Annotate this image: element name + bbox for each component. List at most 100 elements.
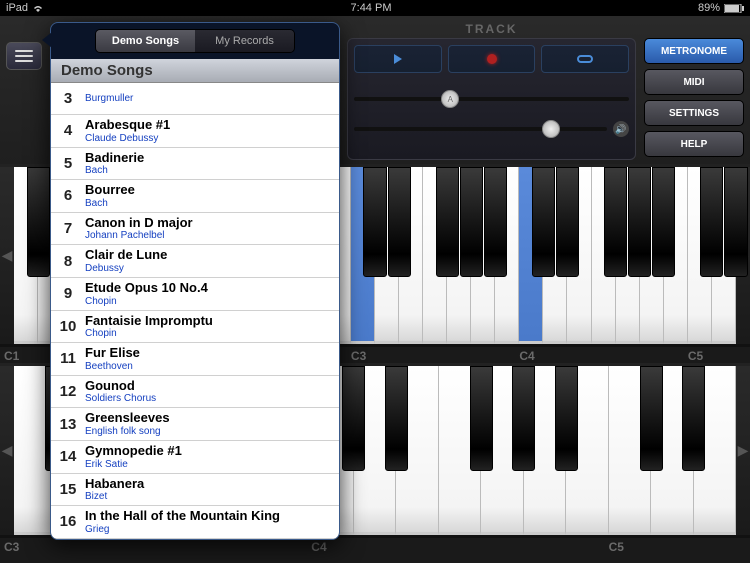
- octave-label: C4: [519, 349, 534, 363]
- list-item-subtitle: Claude Debussy: [85, 133, 339, 145]
- list-item[interactable]: 13GreensleevesEnglish folk song: [51, 408, 339, 441]
- white-key[interactable]: [14, 167, 38, 344]
- kb-bottom-nav-left[interactable]: ◀: [0, 366, 14, 535]
- list-item-number: 10: [51, 318, 85, 335]
- list-item[interactable]: 10Fantaisie ImpromptuChopin: [51, 311, 339, 344]
- list-item-number: 9: [51, 285, 85, 302]
- list-item-subtitle: Soldiers Chorus: [85, 393, 339, 405]
- list-item-number: 14: [51, 448, 85, 465]
- track-slider-a[interactable]: A: [354, 87, 629, 111]
- popover-arrow: [42, 32, 52, 48]
- white-key[interactable]: [664, 167, 688, 344]
- white-key[interactable]: [609, 366, 651, 535]
- white-key[interactable]: [399, 167, 423, 344]
- device-label: iPad: [6, 2, 28, 14]
- status-bar: iPad 7:44 PM 89%: [0, 0, 750, 16]
- menu-button[interactable]: [6, 42, 42, 70]
- list-item-number: 11: [51, 350, 85, 367]
- list-item[interactable]: 15HabaneraBizet: [51, 474, 339, 507]
- record-button[interactable]: [448, 45, 536, 73]
- octave-label: C5: [688, 349, 703, 363]
- tab-demo-songs[interactable]: Demo Songs: [96, 30, 195, 52]
- list-item-subtitle: Chopin: [85, 328, 339, 340]
- white-key[interactable]: [519, 167, 543, 344]
- list-item[interactable]: 14Gymnopedie #1Erik Satie: [51, 441, 339, 474]
- list-item[interactable]: 7Canon in D majorJohann Pachelbel: [51, 213, 339, 246]
- tab-my-records[interactable]: My Records: [195, 30, 294, 52]
- list-item-subtitle: Erik Satie: [85, 459, 339, 471]
- loop-button[interactable]: [541, 45, 629, 73]
- list-item[interactable]: 3Burgmuller: [51, 83, 339, 115]
- white-key[interactable]: [524, 366, 566, 535]
- list-item-title: Habanera: [85, 476, 339, 492]
- list-item[interactable]: 4Arabesque #1Claude Debussy: [51, 115, 339, 148]
- white-key[interactable]: [592, 167, 616, 344]
- record-icon: [487, 54, 497, 64]
- midi-button[interactable]: MIDI: [644, 69, 744, 95]
- list-item-title: Bourree: [85, 182, 339, 198]
- list-item[interactable]: 16In the Hall of the Mountain KingGrieg: [51, 506, 339, 539]
- help-button[interactable]: HELP: [644, 131, 744, 157]
- list-item-subtitle: Debussy: [85, 263, 339, 275]
- octave-label: C1: [4, 349, 19, 363]
- list-item-title: Gymnopedie #1: [85, 443, 339, 459]
- white-key[interactable]: [447, 167, 471, 344]
- list-item[interactable]: 5BadinerieBach: [51, 148, 339, 181]
- wifi-icon: [32, 4, 44, 12]
- white-key[interactable]: [712, 167, 736, 344]
- list-item-subtitle: Bach: [85, 165, 339, 177]
- white-key[interactable]: [354, 366, 396, 535]
- kb-top-nav-right[interactable]: ▶: [736, 167, 750, 344]
- white-key[interactable]: [375, 167, 399, 344]
- list-item-subtitle: Grieg: [85, 524, 339, 536]
- list-item-subtitle: Burgmuller: [85, 93, 339, 105]
- white-key[interactable]: [471, 167, 495, 344]
- list-item-number: 6: [51, 187, 85, 204]
- clock: 7:44 PM: [351, 2, 392, 14]
- list-item-title: Arabesque #1: [85, 117, 339, 133]
- white-key[interactable]: [423, 167, 447, 344]
- white-key[interactable]: [694, 366, 736, 535]
- list-item-number: 4: [51, 122, 85, 139]
- list-item[interactable]: 12GounodSoldiers Chorus: [51, 376, 339, 409]
- white-key[interactable]: [688, 167, 712, 344]
- list-item-title: Fur Elise: [85, 345, 339, 361]
- white-key[interactable]: [543, 167, 567, 344]
- white-key[interactable]: [567, 167, 591, 344]
- octave-label: C3: [351, 349, 366, 363]
- list-item-title: Clair de Lune: [85, 247, 339, 263]
- list-item-subtitle: Chopin: [85, 296, 339, 308]
- white-key[interactable]: [439, 366, 481, 535]
- list-item-number: 8: [51, 253, 85, 270]
- play-button[interactable]: [354, 45, 442, 73]
- white-key[interactable]: [396, 366, 438, 535]
- list-item[interactable]: 8Clair de LuneDebussy: [51, 245, 339, 278]
- white-key[interactable]: [495, 167, 519, 344]
- list-item-subtitle: Johann Pachelbel: [85, 230, 339, 242]
- octave-label: C4: [311, 540, 326, 554]
- kb-bottom-nav-right[interactable]: ▶: [736, 366, 750, 535]
- list-item[interactable]: 6BourreeBach: [51, 180, 339, 213]
- list-item-number: 7: [51, 220, 85, 237]
- list-item-title: In the Hall of the Mountain King: [85, 508, 339, 524]
- track-section-label: TRACK: [347, 20, 636, 38]
- list-section-header: Demo Songs: [51, 59, 339, 83]
- white-key[interactable]: [566, 366, 608, 535]
- white-key[interactable]: [651, 366, 693, 535]
- list-item[interactable]: 9Etude Opus 10 No.4Chopin: [51, 278, 339, 311]
- octave-label: C3: [4, 540, 19, 554]
- white-key[interactable]: [640, 167, 664, 344]
- songs-popover: Demo Songs My Records Demo Songs 3Burgmu…: [50, 22, 340, 540]
- settings-button[interactable]: SETTINGS: [644, 100, 744, 126]
- speaker-icon: 🔊: [613, 121, 629, 137]
- white-key[interactable]: [351, 167, 375, 344]
- white-key[interactable]: [481, 366, 523, 535]
- list-item-title: Fantaisie Impromptu: [85, 313, 339, 329]
- song-list[interactable]: 3Burgmuller4Arabesque #1Claude Debussy5B…: [51, 83, 339, 539]
- white-key[interactable]: [616, 167, 640, 344]
- track-volume-slider[interactable]: 🔊: [354, 117, 629, 141]
- list-item-subtitle: Bizet: [85, 491, 339, 503]
- list-item[interactable]: 11Fur EliseBeethoven: [51, 343, 339, 376]
- kb-top-nav-left[interactable]: ◀: [0, 167, 14, 344]
- metronome-button[interactable]: METRONOME: [644, 38, 744, 64]
